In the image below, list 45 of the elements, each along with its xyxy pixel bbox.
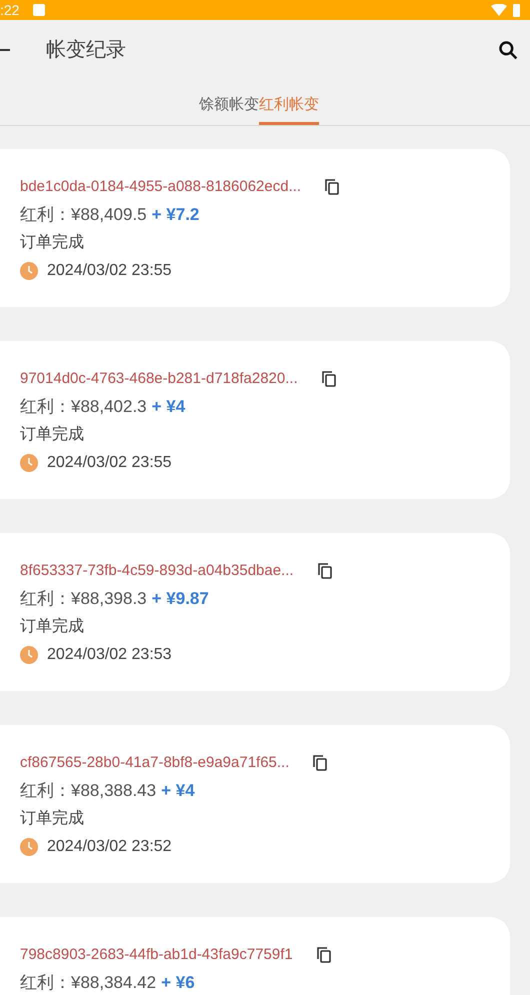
record-time: 2024/03/02 23:55 bbox=[47, 261, 172, 281]
record-time: 2024/03/02 23:55 bbox=[47, 453, 172, 473]
record-status: 订单完成 bbox=[20, 616, 84, 637]
record-id: 798c8903-2683-44fb-ab1d-43fa9c7759f1 bbox=[20, 944, 293, 965]
clock-icon bbox=[20, 838, 38, 856]
page-title: 帐变纪录 bbox=[46, 38, 126, 63]
record-id: bde1c0da-0184-4955-a088-8186062ecd... bbox=[20, 176, 302, 197]
clock-icon bbox=[20, 454, 38, 472]
tab[interactable]: 馀额帐变 bbox=[199, 93, 259, 125]
bonus-balance: ¥88,402.3 bbox=[71, 396, 147, 418]
status-time: :22 bbox=[0, 3, 20, 17]
record-status: 订单完成 bbox=[20, 232, 84, 253]
bonus-label: 红利： bbox=[20, 972, 71, 994]
bonus-label: 红利： bbox=[20, 780, 71, 802]
notification-icon bbox=[33, 4, 46, 16]
clock-icon bbox=[20, 262, 38, 280]
bonus-label: 红利： bbox=[20, 204, 71, 226]
bonus-label: 红利： bbox=[20, 588, 71, 610]
copy-icon[interactable] bbox=[313, 755, 328, 771]
clock-icon bbox=[20, 646, 38, 664]
record-id: 97014d0c-4763-468e-b281-d718fa2820... bbox=[20, 368, 298, 389]
bonus-balance: ¥88,398.3 bbox=[71, 588, 147, 610]
record-time: 2024/03/02 23:53 bbox=[47, 645, 172, 665]
record-status: 订单完成 bbox=[20, 808, 84, 829]
copy-icon[interactable] bbox=[325, 179, 340, 195]
bonus-change: + ¥6 bbox=[161, 972, 195, 994]
copy-icon[interactable] bbox=[318, 563, 332, 579]
record-time: 2024/03/02 23:52 bbox=[47, 837, 172, 857]
copy-icon[interactable] bbox=[316, 947, 331, 963]
wifi-icon bbox=[491, 4, 507, 16]
record-id: cf867565-28b0-41a7-8bf8-e9a9a71f65... bbox=[20, 752, 290, 773]
record-status: 订单完成 bbox=[20, 424, 84, 445]
copy-icon[interactable] bbox=[322, 371, 336, 387]
battery-icon bbox=[513, 4, 520, 16]
bonus-change: + ¥4 bbox=[161, 780, 195, 802]
bonus-balance: ¥88,384.42 bbox=[71, 972, 156, 994]
bonus-change: + ¥7.2 bbox=[152, 204, 200, 226]
bonus-balance: ¥88,409.5 bbox=[71, 204, 147, 226]
tab[interactable]: 红利帐变 bbox=[259, 93, 319, 125]
search-icon[interactable] bbox=[498, 40, 518, 60]
bonus-balance: ¥88,388.43 bbox=[71, 780, 156, 802]
bonus-change: + ¥9.87 bbox=[152, 588, 209, 610]
bonus-change: + ¥4 bbox=[152, 396, 186, 418]
record-id: 8f653337-73fb-4c59-893d-a04b35dbae... bbox=[20, 560, 294, 581]
bonus-label: 红利： bbox=[20, 396, 71, 418]
